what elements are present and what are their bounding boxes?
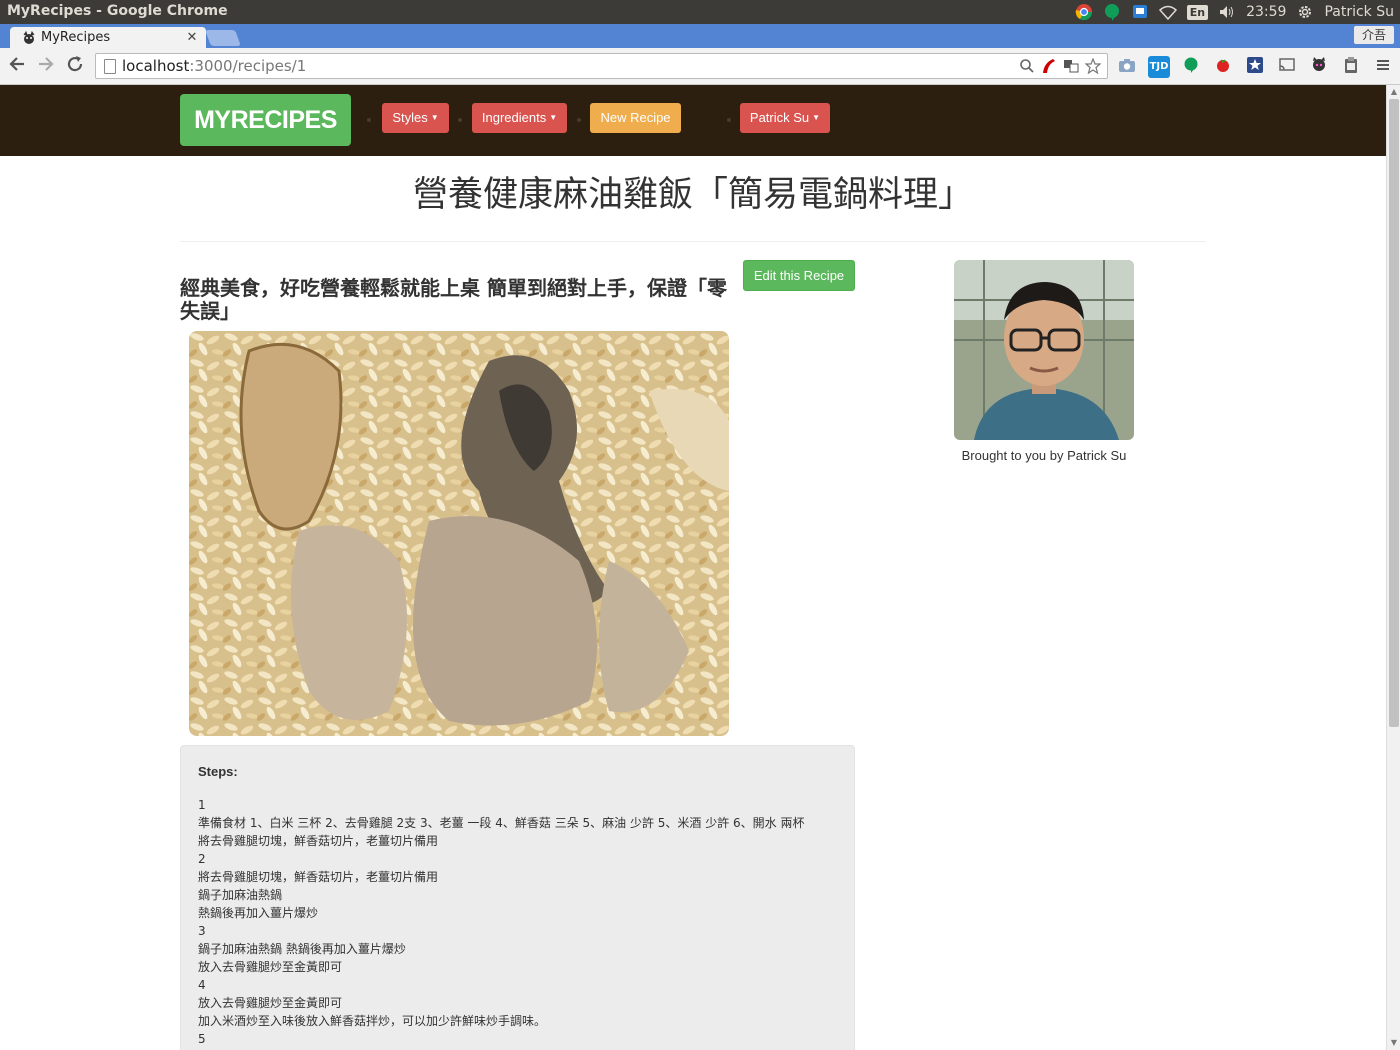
nav-divider — [458, 118, 462, 122]
step-line: 鍋子加麻油熱鍋 — [198, 888, 283, 902]
step-line: 1 — [198, 798, 206, 812]
favicon-icon — [22, 30, 36, 45]
caret-down-icon: ▼ — [812, 113, 821, 122]
close-icon[interactable]: ✕ — [184, 30, 200, 46]
os-top-panel: MyRecipes - Google Chrome En 23:59 Patri… — [0, 0, 1400, 24]
user-label: Patrick Su — [749, 110, 810, 125]
page-viewport: MYRECIPES Styles ▼ Ingredients ▼ New Recip… — [0, 85, 1386, 1050]
step-line: 放入去骨雞腿炒至金黃即可 — [198, 996, 343, 1010]
window-title: MyRecipes - Google Chrome — [7, 3, 228, 19]
nav-divider — [577, 118, 581, 122]
step-line: 2 — [198, 852, 206, 866]
page-icon — [104, 58, 116, 74]
extensions-bar: TJD — [1116, 56, 1394, 78]
tab-strip: MyRecipes ✕ 介吾 — [0, 24, 1400, 48]
session-user[interactable]: Patrick Su — [1324, 4, 1394, 20]
gear-icon[interactable] — [1296, 3, 1314, 21]
hangouts-extension-icon[interactable] — [1180, 56, 1202, 78]
clock[interactable]: 23:59 — [1246, 4, 1286, 20]
caret-down-icon: ▼ — [549, 113, 558, 122]
new-recipe-button[interactable]: New Recipe — [590, 103, 681, 133]
recipe-image — [189, 331, 729, 736]
back-arrow-icon[interactable] — [6, 55, 28, 77]
pomodoro-icon[interactable] — [1212, 56, 1234, 78]
menu-icon[interactable] — [1372, 56, 1394, 78]
tab-title: MyRecipes — [41, 30, 111, 45]
scrollbar-thumb[interactable] — [1389, 99, 1399, 727]
styles-dropdown[interactable]: Styles ▼ — [382, 103, 449, 133]
ingredients-dropdown[interactable]: Ingredients ▼ — [472, 103, 567, 133]
site-navbar: MYRECIPES Styles ▼ Ingredients ▼ New Recip… — [0, 85, 1386, 156]
recipe-summary: 經典美食，好吃營養輕鬆就能上桌 簡單到絕對上手，保證「零失誤」 — [180, 276, 727, 323]
title-divider — [180, 241, 1206, 242]
nav-divider — [367, 118, 371, 122]
url-text[interactable]: localhost:3000/recipes/1 — [122, 57, 1019, 75]
translate-icon[interactable] — [1063, 58, 1079, 74]
recipe-title: 營養健康麻油雞飯「簡易電鍋料理」 — [412, 175, 973, 215]
author-caption: Brought to you by Patrick Su — [961, 448, 1127, 463]
step-line: 3 — [198, 924, 206, 938]
chrome-icon[interactable] — [1075, 3, 1093, 21]
step-line: 5 — [198, 1032, 206, 1046]
bookmark-star-icon[interactable] — [1084, 57, 1102, 75]
ingredients-label: Ingredients — [481, 110, 547, 125]
scroll-down-arrow-icon[interactable]: ▼ — [1387, 1036, 1400, 1050]
url-host: localhost — [122, 57, 190, 75]
tjd-extension-icon[interactable]: TJD — [1148, 56, 1170, 78]
step-line: 放入去骨雞腿炒至金黃即可 — [198, 960, 343, 974]
brand-logo[interactable]: MYRECIPES — [180, 94, 351, 146]
keyboard-layout-indicator[interactable]: En — [1186, 4, 1209, 20]
caret-down-icon: ▼ — [430, 113, 439, 122]
octocat-icon[interactable] — [1308, 56, 1330, 78]
step-line: 將去骨雞腿切塊，鮮香菇切片，老薑切片備用 — [198, 870, 439, 884]
step-line: 熱鍋後再加入薑片爆炒 — [198, 906, 319, 920]
user-dropdown[interactable]: Patrick Su ▼ — [740, 103, 830, 133]
author-avatar — [954, 260, 1134, 440]
steps-panel: Steps: 1 準備食材 1、白米 三杯 2、去骨雞腿 2支 3、老薑 一段 4… — [180, 745, 855, 1050]
step-line: 4 — [198, 978, 206, 992]
rails-extension-icon[interactable] — [1041, 58, 1057, 74]
hangouts-icon[interactable] — [1103, 3, 1121, 21]
url-path: :3000/recipes/1 — [189, 57, 307, 75]
volume-icon[interactable] — [1218, 3, 1236, 21]
step-line: 加入米酒炒至入味後放入鮮香菇拌炒，可以加少許鮮味炒手調味。 — [198, 1014, 547, 1028]
clipboard-icon[interactable] — [1340, 56, 1362, 78]
cast-icon[interactable] — [1276, 56, 1298, 78]
scroll-up-arrow-icon[interactable]: ▲ — [1387, 85, 1400, 99]
page-scrollbar[interactable]: ▲ ▼ — [1386, 85, 1400, 1050]
new-tab-button[interactable] — [205, 30, 241, 46]
window-profile-button[interactable]: 介吾 — [1354, 26, 1394, 44]
styles-label: Styles — [392, 110, 428, 125]
system-tray: En 23:59 Patrick Su — [1075, 0, 1394, 24]
zoom-icon[interactable] — [1019, 58, 1035, 74]
update-icon[interactable] — [1131, 3, 1149, 21]
reload-icon[interactable] — [64, 55, 86, 77]
camera-icon[interactable] — [1116, 56, 1138, 78]
step-line: 將去骨雞腿切塊，鮮香菇切片，老薑切片備用 — [198, 834, 439, 848]
address-bar[interactable]: localhost:3000/recipes/1 — [95, 53, 1108, 79]
step-line: 鍋子加麻油熱鍋 熱鍋後再加入薑片爆炒 — [198, 942, 406, 956]
step-line: 準備食材 1、白米 三杯 2、去骨雞腿 2支 3、老薑 一段 4、鮮香菇 三朵 … — [198, 816, 805, 830]
star-extension-icon[interactable] — [1244, 56, 1266, 78]
forward-arrow-icon[interactable] — [35, 55, 57, 77]
edit-recipe-button[interactable]: Edit this Recipe — [743, 260, 855, 291]
steps-list: 1 準備食材 1、白米 三杯 2、去骨雞腿 2支 3、老薑 一段 4、鮮香菇 三朵… — [198, 796, 837, 1050]
nav-divider — [727, 118, 731, 122]
tab-myrecipes[interactable]: MyRecipes ✕ — [10, 27, 206, 48]
wifi-icon[interactable] — [1158, 3, 1177, 21]
steps-heading: Steps: — [198, 764, 238, 779]
browser-toolbar: localhost:3000/recipes/1 TJD — [0, 48, 1400, 85]
